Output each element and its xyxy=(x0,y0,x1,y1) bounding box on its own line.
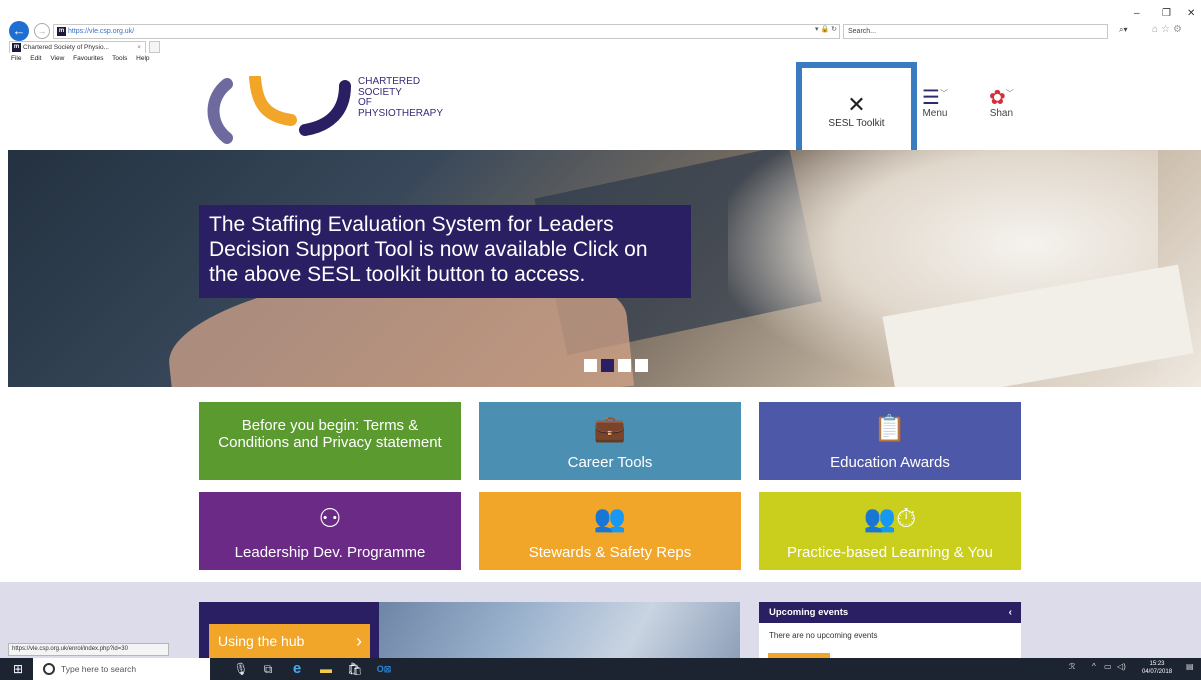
tile-career-tools[interactable]: 💼 Career Tools xyxy=(479,402,741,480)
search-icon[interactable]: ⌕▾ xyxy=(1119,25,1128,35)
hamburger-icon: ☰ xyxy=(922,87,940,109)
taskbar-search-input[interactable]: Type here to search xyxy=(33,658,210,680)
back-icon[interactable]: ← xyxy=(9,21,29,41)
menu-favourites[interactable]: Favourites xyxy=(73,55,103,62)
csp-logo-icon[interactable] xyxy=(205,76,355,144)
tile-label: Practice-based Learning & You xyxy=(787,544,993,561)
clock-people-icon: 👥⏱ xyxy=(863,503,917,533)
hub-photo xyxy=(379,602,740,658)
tile-label: Before you begin: Terms & Conditions and… xyxy=(218,417,442,451)
user-avatar-icon: ✿ xyxy=(989,87,1006,109)
task-view-icon[interactable]: ⧉ xyxy=(260,661,276,677)
menu-help[interactable]: Help xyxy=(136,55,149,62)
taskbar: ⊞ Type here to search 🎙 ⧉ e ▬ 🛍 O⊠ ℛ ^ ▭… xyxy=(0,658,1201,680)
screen: – ❐ ✕ ← → m https://vle.csp.org.uk/ ▾ 🔒 … xyxy=(0,0,1201,680)
clock[interactable]: 15:23 04/07/2018 xyxy=(1142,660,1172,676)
search-placeholder: Search... xyxy=(848,28,877,35)
tile-practice-based-learning[interactable]: 👥⏱ Practice-based Learning & You xyxy=(759,492,1021,570)
menu-view[interactable]: View xyxy=(50,55,64,62)
menu-label: Menu xyxy=(922,108,948,119)
browser-chrome: – ❐ ✕ ← → m https://vle.csp.org.uk/ ▾ 🔒 … xyxy=(0,0,1201,64)
sesl-toolkit-inner[interactable]: ✕ SESL Toolkit xyxy=(810,74,903,149)
microphone-icon[interactable]: 🎙 xyxy=(233,661,249,677)
tile-label: Career Tools xyxy=(567,454,653,471)
user-name: Shan xyxy=(989,108,1014,119)
store-icon[interactable]: 🛍 xyxy=(347,661,363,677)
tile-terms-conditions[interactable]: Before you begin: Terms & Conditions and… xyxy=(199,402,461,480)
events-empty-text: There are no upcoming events xyxy=(769,631,878,640)
internet-explorer-icon[interactable]: e xyxy=(289,661,305,677)
maximize-icon[interactable]: ❐ xyxy=(1162,8,1171,19)
menu-button[interactable]: ☰﹀ Menu xyxy=(922,88,948,119)
user-menu-button[interactable]: ✿﹀ Shan xyxy=(989,88,1014,119)
briefcase-icon: 💼 xyxy=(593,413,627,443)
org-chart-icon: ⚇ xyxy=(318,503,342,533)
tab-favicon-icon: m xyxy=(12,43,21,52)
clipboard-icon: 📋 xyxy=(873,413,907,443)
status-bar-url: https://vle.csp.org.uk/enrol/index.php?i… xyxy=(8,643,169,656)
tab-close-icon[interactable]: × xyxy=(137,42,141,53)
tab-title: Chartered Society of Physio... xyxy=(23,44,109,51)
menu-bar: File Edit View Favourites Tools Help xyxy=(11,55,155,62)
tile-leadership-programme[interactable]: ⚇ Leadership Dev. Programme xyxy=(199,492,461,570)
chevron-down-icon: ﹀ xyxy=(939,89,948,98)
tile-label: Leadership Dev. Programme xyxy=(234,544,426,561)
clock-time: 15:23 xyxy=(1149,661,1165,667)
browser-search-input[interactable]: Search... xyxy=(843,24,1108,39)
carousel-dot-3[interactable] xyxy=(618,359,631,372)
menu-edit[interactable]: Edit xyxy=(30,55,41,62)
toolbar-icons[interactable]: ⌂☆⚙ xyxy=(1152,24,1185,35)
carousel-dot-4[interactable] xyxy=(635,359,648,372)
network-icon[interactable]: ▭ xyxy=(1104,662,1112,671)
events-title: Upcoming events xyxy=(769,607,849,618)
tile-label: Education Awards xyxy=(830,454,950,471)
volume-icon[interactable]: ◁) xyxy=(1117,662,1126,671)
notifications-icon[interactable]: ▤ xyxy=(1186,662,1194,671)
cortana-icon xyxy=(43,663,55,675)
people-icon: 👥 xyxy=(593,503,627,533)
sesl-toolkit-label: SESL Toolkit xyxy=(828,118,885,129)
new-tab-button[interactable] xyxy=(149,41,160,53)
taskbar-search-placeholder: Type here to search xyxy=(61,664,137,674)
carousel-dot-1[interactable] xyxy=(584,359,597,372)
windows-start-icon[interactable]: ⊞ xyxy=(13,663,25,675)
site-header xyxy=(0,64,1201,150)
tile-stewards-safety-reps[interactable]: 👥 Stewards & Safety Reps xyxy=(479,492,741,570)
using-the-hub-button[interactable]: Using the hub › xyxy=(209,624,370,658)
people-tray-icon[interactable]: ℛ xyxy=(1069,662,1075,671)
chevron-right-icon: › xyxy=(356,631,362,651)
tile-label: Stewards & Safety Reps xyxy=(528,544,692,561)
upcoming-events-block: Upcoming events ‹ There are no upcoming … xyxy=(759,602,1021,658)
carousel-dot-2[interactable] xyxy=(601,359,614,372)
using-the-hub-label: Using the hub xyxy=(218,633,305,649)
chevron-down-icon: ﹀ xyxy=(1005,89,1014,98)
menu-tools[interactable]: Tools xyxy=(112,55,127,62)
collapse-icon[interactable]: ‹ xyxy=(1009,602,1012,623)
hero-caption: The Staffing Evaluation System for Leade… xyxy=(199,205,691,298)
minimize-icon[interactable]: – xyxy=(1134,8,1140,19)
close-window-icon[interactable]: ✕ xyxy=(1187,8,1195,19)
tile-education-awards[interactable]: 📋 Education Awards xyxy=(759,402,1021,480)
tools-icon: ✕ xyxy=(847,92,866,117)
file-explorer-icon[interactable]: ▬ xyxy=(318,661,334,677)
hero-carousel[interactable]: The Staffing Evaluation System for Leade… xyxy=(8,150,1201,387)
tray-chevron-icon[interactable]: ^ xyxy=(1092,662,1096,671)
clock-date: 04/07/2018 xyxy=(1142,669,1173,675)
outlook-icon[interactable]: O⊠ xyxy=(376,661,392,677)
org-name: CHARTERED SOCIETY OF PHYSIOTHERAPY xyxy=(358,76,444,119)
address-bar[interactable]: m https://vle.csp.org.uk/ xyxy=(53,24,840,39)
site-favicon-icon: m xyxy=(57,27,66,36)
address-controls[interactable]: ▾ 🔒 ↻ xyxy=(815,25,837,33)
address-text: https://vle.csp.org.uk/ xyxy=(68,28,135,35)
browser-tab[interactable]: m Chartered Society of Physio... × xyxy=(9,41,146,53)
carousel-dots xyxy=(584,359,652,377)
forward-icon[interactable]: → xyxy=(34,23,50,39)
menu-file[interactable]: File xyxy=(11,55,21,62)
events-header: Upcoming events ‹ xyxy=(759,602,1021,623)
